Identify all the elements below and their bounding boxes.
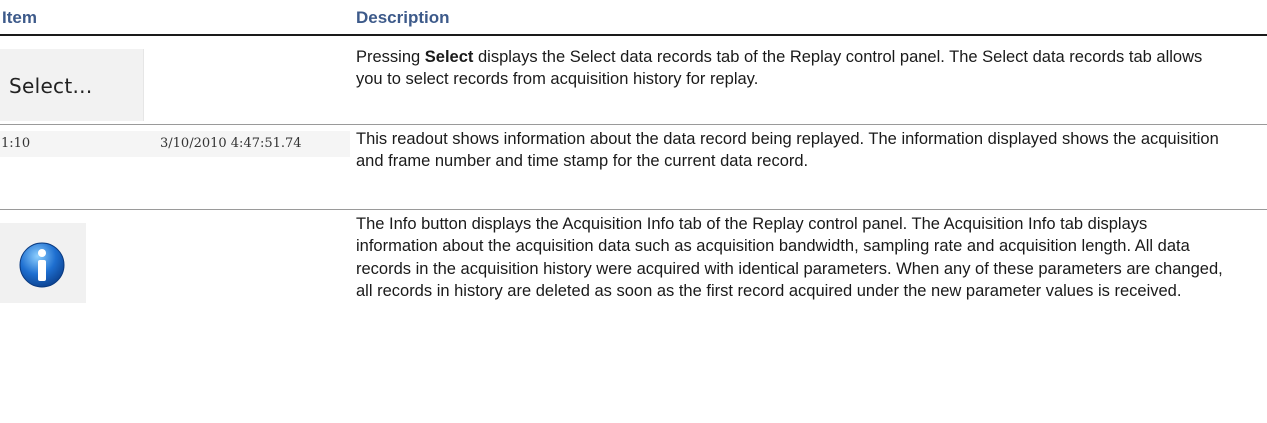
header-divider [0,34,1267,36]
select-emphasis: Select [424,48,474,66]
row-description-select: Pressing Select displays the Select data… [356,48,1203,89]
select-button-image: Select... [0,49,144,121]
header-item: Item [2,8,37,27]
readout-timestamp: 3/10/2010 4:47:51.74 [160,136,302,151]
readout-image: 1:10 3/10/2010 4:47:51.74 [0,131,350,157]
table-header: Item Description [0,0,1267,34]
row-divider [0,124,1267,125]
select-button-label: Select... [9,74,93,98]
row-description-readout: This readout shows information about the… [356,130,1219,171]
row-divider [0,209,1267,210]
header-description: Description [356,8,450,27]
row-description-info: The Info button displays the Acquisition… [356,215,1223,301]
info-button-image [0,223,86,303]
readout-acq-frame: 1:10 [1,136,31,151]
info-icon [19,242,65,288]
